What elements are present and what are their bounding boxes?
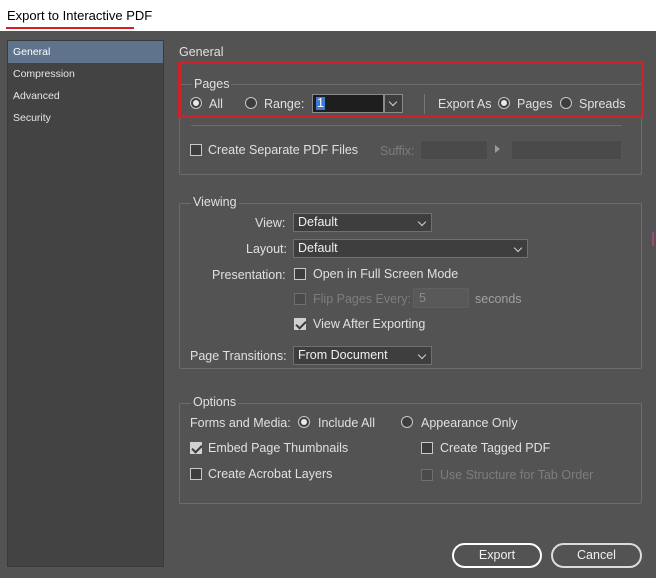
tagged-pdf-label: Create Tagged PDF xyxy=(440,441,551,455)
chevron-down-icon xyxy=(417,350,427,360)
view-after-exporting-checkbox[interactable] xyxy=(294,318,306,330)
tagged-pdf-checkbox[interactable] xyxy=(421,442,433,454)
forms-media-label: Forms and Media: xyxy=(190,416,291,430)
include-all-label: Include All xyxy=(318,416,375,430)
layout-select[interactable]: Default xyxy=(293,239,528,258)
highlight-annotation-box xyxy=(178,61,644,118)
sidebar-item-general[interactable]: General xyxy=(8,41,163,63)
suffix-label: Suffix: xyxy=(380,144,415,158)
options-legend: Options xyxy=(191,395,239,409)
suffix-input[interactable] xyxy=(420,140,488,160)
presentation-label: Presentation: xyxy=(212,268,286,282)
sidebar-item-advanced[interactable]: Advanced xyxy=(8,85,163,107)
sidebar-item-compression[interactable]: Compression xyxy=(8,63,163,85)
background-window-edge xyxy=(652,232,654,246)
layout-value: Default xyxy=(298,241,338,255)
appearance-only-label: Appearance Only xyxy=(421,416,518,430)
structure-tab-order-label: Use Structure for Tab Order xyxy=(440,468,594,482)
viewing-legend: Viewing xyxy=(191,195,239,209)
chevron-down-icon xyxy=(417,217,427,227)
embed-thumbnails-checkbox[interactable] xyxy=(190,442,202,454)
page-transitions-select[interactable]: From Document xyxy=(293,346,432,365)
title-underline-annotation xyxy=(6,27,134,29)
appearance-only-radio[interactable] xyxy=(401,416,413,428)
layout-label: Layout: xyxy=(246,242,288,256)
structure-tab-order-checkbox xyxy=(421,469,433,481)
page-transitions-value: From Document xyxy=(298,348,388,362)
fullscreen-label: Open in Full Screen Mode xyxy=(313,267,459,281)
flip-seconds-input: 5 xyxy=(413,288,469,308)
category-sidebar: General Compression Advanced Security xyxy=(7,40,164,567)
include-all-radio[interactable] xyxy=(298,416,310,428)
view-label: View: xyxy=(255,216,286,230)
separate-pdf-label: Create Separate PDF Files xyxy=(208,143,359,157)
view-after-exporting-label: View After Exporting xyxy=(313,317,426,331)
view-select[interactable]: Default xyxy=(293,213,432,232)
export-button[interactable]: Export xyxy=(452,543,542,568)
flip-pages-checkbox xyxy=(294,293,306,305)
triangle-right-icon xyxy=(495,145,500,153)
embed-thumbnails-label: Embed Page Thumbnails xyxy=(208,441,349,455)
acrobat-layers-checkbox[interactable] xyxy=(190,468,202,480)
window-title: Export to Interactive PDF xyxy=(7,8,153,23)
pages-separator xyxy=(191,125,622,126)
general-heading: General xyxy=(179,45,224,59)
seconds-label: seconds xyxy=(475,292,522,306)
page-transitions-label: Page Transitions: xyxy=(190,349,287,363)
cancel-button[interactable]: Cancel xyxy=(551,543,642,568)
suffix-preset-field[interactable] xyxy=(511,140,622,160)
flip-pages-label: Flip Pages Every: xyxy=(313,292,411,306)
fullscreen-checkbox[interactable] xyxy=(294,268,306,280)
separate-pdf-checkbox[interactable] xyxy=(190,144,202,156)
sidebar-item-security[interactable]: Security xyxy=(8,107,163,129)
chevron-down-icon xyxy=(513,243,523,253)
acrobat-layers-label: Create Acrobat Layers xyxy=(208,467,333,481)
view-value: Default xyxy=(298,215,338,229)
title-bar: Export to Interactive PDF xyxy=(0,0,656,31)
